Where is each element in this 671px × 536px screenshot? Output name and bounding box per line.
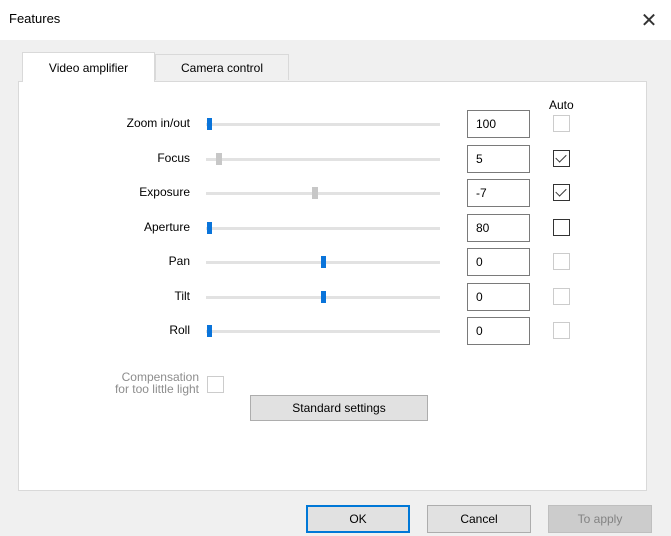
auto-checkbox-focus[interactable]	[553, 149, 570, 167]
slider-thumb-aperture[interactable]	[207, 221, 212, 234]
value-field-aperture[interactable]: 80	[467, 213, 530, 242]
value-field-zoom-in-out[interactable]: 100	[467, 110, 530, 138]
auto-checkbox-tilt[interactable]	[553, 287, 570, 305]
slider-focus[interactable]	[206, 152, 440, 165]
slider-zoom-in-out[interactable]	[206, 118, 440, 130]
slider-pan[interactable]	[206, 256, 440, 268]
slider-thumb-zoom-in-out[interactable]	[207, 118, 212, 130]
auto-checkbox-exposure[interactable]	[553, 184, 570, 201]
slider-thumb-roll[interactable]	[207, 325, 212, 337]
close-icon[interactable]: ✕	[627, 0, 671, 40]
compensation-checkbox[interactable]	[207, 376, 224, 393]
ok-button[interactable]: OK	[306, 505, 410, 533]
slider-exposure[interactable]	[206, 187, 440, 199]
slider-roll[interactable]	[206, 325, 440, 337]
slider-thumb-pan[interactable]	[321, 256, 326, 268]
auto-header: Auto	[549, 98, 574, 112]
compensation-label: Compensation for too little light	[54, 371, 199, 395]
tab-video-amplifier[interactable]: Video amplifier	[22, 52, 155, 82]
label-exposure: Exposure	[139, 185, 190, 199]
tab-camera-control[interactable]: Camera control	[155, 54, 289, 80]
slider-thumb-exposure[interactable]	[312, 187, 318, 199]
auto-checkbox-roll[interactable]	[553, 322, 570, 339]
window-title: Features	[9, 11, 61, 26]
auto-checkbox-aperture[interactable]	[553, 218, 570, 236]
cancel-button[interactable]: Cancel	[427, 505, 531, 533]
auto-checkbox-pan[interactable]	[553, 253, 570, 270]
slider-aperture[interactable]	[206, 221, 440, 234]
value-field-exposure[interactable]: -7	[467, 179, 530, 207]
standard-settings-button[interactable]: Standard settings	[250, 395, 428, 421]
apply-button[interactable]: To apply	[548, 505, 652, 533]
value-field-pan[interactable]: 0	[467, 248, 530, 276]
compensation-label-line2: for too little light	[114, 382, 199, 396]
label-zoom-in-out: Zoom in/out	[126, 116, 190, 130]
tab-panel	[18, 81, 647, 491]
auto-checkbox-zoom-in-out[interactable]	[553, 115, 570, 132]
label-pan: Pan	[168, 254, 190, 268]
value-field-roll[interactable]: 0	[467, 317, 530, 345]
slider-thumb-focus[interactable]	[216, 152, 222, 165]
label-aperture: Aperture	[143, 219, 190, 234]
value-field-focus[interactable]: 5	[467, 144, 530, 173]
label-tilt: Tilt	[174, 288, 190, 303]
slider-tilt[interactable]	[206, 290, 440, 303]
label-focus: Focus	[157, 150, 190, 165]
label-roll: Roll	[169, 323, 190, 337]
value-field-tilt[interactable]: 0	[467, 282, 530, 311]
title-bar: Features ✕	[0, 0, 671, 40]
slider-thumb-tilt[interactable]	[321, 290, 326, 303]
